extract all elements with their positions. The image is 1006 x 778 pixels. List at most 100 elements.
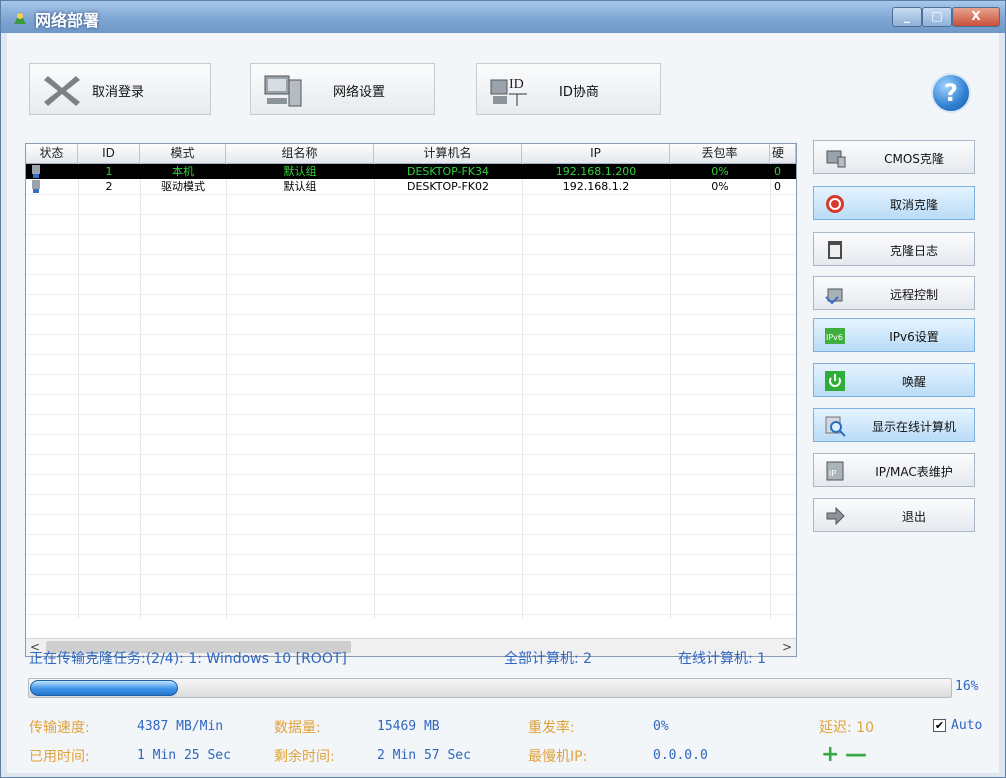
table-row[interactable]: 1 本机 默认组 DESKTOP-FK34 192.168.1.200 0% 0	[26, 164, 796, 179]
speed-label: 传输速度:	[29, 720, 90, 736]
delay-label: 延迟: 10	[819, 720, 874, 736]
wake-label: 唤醒	[901, 375, 926, 389]
cell-group: 默认组	[283, 180, 317, 193]
scroll-right-icon[interactable]: >	[782, 640, 792, 654]
ip-mac-table-label: IP/MAC表维护	[875, 465, 953, 479]
minimize-icon: _	[904, 9, 910, 23]
col-extra[interactable]: 硬	[770, 144, 796, 163]
col-loss[interactable]: 丢包率	[670, 144, 770, 163]
cell-group: 默认组	[283, 165, 317, 178]
cell-computer: DESKTOP-FK34	[406, 165, 490, 178]
auto-label: Auto	[951, 718, 983, 733]
auto-checkbox[interactable]: ✔	[933, 719, 946, 732]
progress-bar	[28, 678, 952, 698]
id-network-icon: ID	[490, 77, 527, 106]
data-value: 15469 MB	[377, 719, 440, 734]
maximize-icon: □	[931, 9, 943, 23]
cell-mode: 驱动模式	[161, 180, 205, 193]
slowest-ip-label: 最慢机IP:	[528, 749, 588, 765]
clone-log-button[interactable]: 克隆日志	[813, 232, 975, 266]
cell-loss: 0%	[711, 180, 729, 193]
cmos-clone-button[interactable]: CMOS克隆	[813, 140, 975, 174]
used-time-value: 1 Min 25 Sec	[137, 748, 231, 763]
col-status[interactable]: 状态	[26, 144, 78, 163]
all-computers-count: 全部计算机: 2	[504, 651, 593, 667]
remote-control-button[interactable]: 远程控制	[813, 276, 975, 310]
computer-status-icon	[32, 180, 40, 193]
col-group[interactable]: 组名称	[226, 144, 374, 163]
close-icon: X	[971, 9, 981, 23]
progress-percent: 16%	[955, 679, 979, 694]
col-ip[interactable]: IP	[522, 144, 670, 163]
remote-icon	[825, 288, 843, 305]
maximize-button[interactable]: □	[922, 7, 952, 27]
resend-label: 重发率:	[528, 720, 575, 736]
cmos-icon	[826, 150, 846, 168]
search-icon	[825, 416, 846, 437]
svg-text:IP: IP	[829, 469, 836, 478]
show-online-label: 显示在线计算机	[871, 420, 956, 434]
svg-text:IPv6: IPv6	[826, 333, 843, 342]
cell-id: 1	[105, 165, 113, 178]
ipv6-icon: IPv6	[825, 328, 845, 344]
cell-id: 2	[105, 180, 113, 193]
minimize-button[interactable]: _	[892, 7, 922, 27]
logout-label: 取消登录	[92, 85, 145, 100]
app-icon	[14, 12, 26, 24]
window-title: 网络部署	[35, 11, 100, 30]
cell-ip: 192.168.1.200	[555, 165, 637, 178]
exit-label: 退出	[901, 510, 926, 524]
cancel-icon	[826, 195, 844, 213]
ip-table-icon: IP	[826, 461, 844, 481]
cancel-clone-button[interactable]: 取消克隆	[813, 186, 975, 220]
help-button[interactable]: ?	[931, 73, 971, 113]
cmos-clone-label: CMOS克隆	[884, 152, 944, 166]
wake-button[interactable]: 唤醒	[813, 363, 975, 397]
id-negotiate-label: ID协商	[559, 85, 599, 100]
computer-status-icon	[32, 165, 40, 178]
client-area: 取消登录 网络设置 ID ID协商 ? 状态 ID 模式 组名称 计算机名 IP…	[7, 33, 999, 773]
cell-loss: 0%	[711, 165, 729, 178]
resend-value: 0%	[653, 719, 669, 734]
remain-time-value: 2 Min 57 Sec	[377, 748, 471, 763]
cell-ip: 192.168.1.2	[562, 180, 630, 193]
id-negotiate-button[interactable]: ID ID协商	[476, 63, 661, 115]
x-icon	[44, 76, 80, 106]
col-id[interactable]: ID	[78, 144, 140, 163]
cell-computer: DESKTOP-FK02	[406, 180, 490, 193]
computer-network-icon	[264, 75, 302, 107]
decrease-delay-icon[interactable]: —	[845, 744, 867, 766]
log-icon	[828, 241, 842, 259]
table-header: 状态 ID 模式 组名称 计算机名 IP 丢包率 硬	[26, 144, 796, 164]
ipv6-settings-label: IPv6设置	[889, 330, 939, 344]
col-computer[interactable]: 计算机名	[374, 144, 522, 163]
exit-icon	[826, 506, 845, 526]
computer-table[interactable]: 状态 ID 模式 组名称 计算机名 IP 丢包率 硬 1 本机 默认组 DESK…	[25, 143, 797, 657]
logout-button[interactable]: 取消登录	[29, 63, 211, 115]
remain-time-label: 剩余时间:	[274, 749, 335, 765]
progress-fill	[30, 680, 178, 696]
ipv6-settings-button[interactable]: IPv6 IPv6设置	[813, 318, 975, 352]
speed-value: 4387 MB/Min	[137, 719, 224, 734]
network-settings-label: 网络设置	[333, 85, 386, 100]
table-row[interactable]: 2 驱动模式 默认组 DESKTOP-FK02 192.168.1.2 0% 0	[26, 179, 796, 194]
increase-delay-icon[interactable]: +	[821, 744, 839, 766]
task-status: 正在传输克隆任务:(2/4): 1: Windows 10 [ROOT]	[29, 651, 347, 667]
clone-log-label: 克隆日志	[889, 244, 938, 258]
main-window: 网络部署 _ □ X 取消登录 网络设置 ID ID协商 ? 状态 ID 模式 …	[0, 0, 1006, 778]
title-bar[interactable]: 网络部署 _ □ X	[1, 1, 1005, 33]
col-mode[interactable]: 模式	[140, 144, 226, 163]
online-computers-count: 在线计算机: 1	[678, 651, 767, 667]
network-settings-button[interactable]: 网络设置	[250, 63, 435, 115]
cell-mode: 本机	[172, 165, 194, 178]
ip-mac-table-button[interactable]: IP IP/MAC表维护	[813, 453, 975, 487]
cancel-clone-label: 取消克隆	[889, 198, 938, 212]
exit-button[interactable]: 退出	[813, 498, 975, 532]
slowest-ip-value: 0.0.0.0	[653, 748, 708, 763]
svg-text:ID: ID	[509, 77, 524, 92]
show-online-button[interactable]: 显示在线计算机	[813, 408, 975, 442]
close-button[interactable]: X	[952, 7, 1000, 27]
remote-control-label: 远程控制	[889, 288, 938, 302]
cell-extra: 0	[774, 165, 781, 178]
power-icon	[825, 371, 845, 391]
